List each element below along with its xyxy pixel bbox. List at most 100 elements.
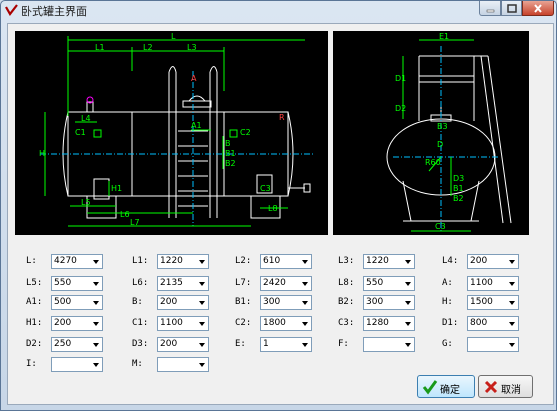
param-value: 200 <box>160 297 178 307</box>
param-combo[interactable]: 4270 <box>51 254 103 269</box>
param-combo[interactable]: 1280 <box>363 316 415 331</box>
param-label: L2: <box>235 256 252 266</box>
dim-label: L6 <box>120 210 130 219</box>
param-value: 1100 <box>470 278 493 288</box>
param-combo[interactable]: 550 <box>51 276 103 291</box>
param-combo[interactable] <box>363 337 415 352</box>
dim-label: R60 <box>425 158 441 167</box>
dropdown-arrow-icon <box>302 260 308 264</box>
param-combo[interactable]: 300 <box>363 295 415 310</box>
param-value: 250 <box>54 339 72 349</box>
param-combo[interactable] <box>157 357 209 372</box>
dropdown-arrow-icon <box>93 322 99 326</box>
param-value: 200 <box>54 318 72 328</box>
param-combo[interactable]: 800 <box>467 316 519 331</box>
param-value: 200 <box>470 256 488 266</box>
minimize-button[interactable] <box>479 1 501 16</box>
app-icon <box>5 4 18 16</box>
cancel-button[interactable]: 取消 <box>478 375 533 398</box>
dropdown-arrow-icon <box>302 301 308 305</box>
title-bar[interactable]: 卧式罐主界面 <box>1 1 556 19</box>
dropdown-arrow-icon <box>405 322 411 326</box>
param-combo[interactable]: 1500 <box>467 295 519 310</box>
param-value: 550 <box>366 278 384 288</box>
param-combo[interactable]: 550 <box>363 276 415 291</box>
param-value: 1800 <box>263 318 286 328</box>
dropdown-arrow-icon <box>405 301 411 305</box>
param-combo[interactable]: 500 <box>51 295 103 310</box>
param-combo[interactable]: 300 <box>260 295 312 310</box>
dropdown-arrow-icon <box>509 301 515 305</box>
dim-label: H <box>39 149 45 158</box>
dropdown-arrow-icon <box>199 363 205 367</box>
dropdown-arrow-icon <box>405 343 411 347</box>
param-value: 2420 <box>263 278 286 288</box>
param-label: F: <box>338 339 349 349</box>
param-combo[interactable]: 200 <box>467 254 519 269</box>
param-combo[interactable]: 2420 <box>260 276 312 291</box>
param-combo[interactable]: 200 <box>157 337 209 352</box>
param-value: 300 <box>263 297 281 307</box>
param-combo[interactable]: 1220 <box>363 254 415 269</box>
param-label: L1: <box>132 256 149 266</box>
dim-label: D <box>437 140 443 149</box>
dim-label: L7 <box>130 218 140 227</box>
side-view-drawing[interactable]: E1 D1 D2 D3 B1 B2 B3 C3 R60 D <box>333 31 529 235</box>
dropdown-arrow-icon <box>302 322 308 326</box>
dim-label: C3 <box>435 222 446 231</box>
param-combo[interactable]: 200 <box>157 295 209 310</box>
param-label: L: <box>26 256 37 266</box>
param-combo[interactable]: 1800 <box>260 316 312 331</box>
dim-label: B2 <box>453 194 464 203</box>
dim-label: D1 <box>395 74 406 83</box>
param-combo[interactable]: 200 <box>51 316 103 331</box>
dim-label: E1 <box>439 32 449 41</box>
param-value: 2135 <box>160 278 183 288</box>
close-icon <box>534 4 542 13</box>
param-label: B2: <box>338 297 355 307</box>
checkmark-icon <box>422 380 438 395</box>
dropdown-arrow-icon <box>93 363 99 367</box>
param-value: 4270 <box>54 256 77 266</box>
param-label: A: <box>442 278 453 288</box>
param-value: 300 <box>366 297 384 307</box>
param-combo[interactable]: 2135 <box>157 276 209 291</box>
close-button[interactable] <box>522 1 554 16</box>
dropdown-arrow-icon <box>93 343 99 347</box>
dim-label: A <box>191 74 197 83</box>
dropdown-arrow-icon <box>405 260 411 264</box>
param-label: G: <box>442 339 453 349</box>
param-combo[interactable]: 610 <box>260 254 312 269</box>
param-label: L5: <box>26 278 43 288</box>
cross-icon <box>484 380 498 394</box>
param-combo[interactable]: 1220 <box>157 254 209 269</box>
maximize-button[interactable] <box>501 1 522 16</box>
param-label: L7: <box>235 278 252 288</box>
param-label: A1: <box>26 297 43 307</box>
maximize-icon <box>507 4 517 13</box>
param-label: B1: <box>235 297 252 307</box>
param-label: C3: <box>338 318 355 328</box>
param-label: D1: <box>442 318 459 328</box>
param-combo[interactable] <box>51 357 103 372</box>
ok-button[interactable]: 确定 <box>417 375 475 398</box>
param-combo[interactable]: 250 <box>51 337 103 352</box>
dropdown-arrow-icon <box>199 282 205 286</box>
dim-label: D3 <box>453 174 464 183</box>
dropdown-arrow-icon <box>93 282 99 286</box>
dropdown-arrow-icon <box>199 322 205 326</box>
param-combo[interactable]: 1100 <box>467 276 519 291</box>
main-window: 卧式罐主界面 L L1 L2 L3 L4 L5 L6 L7 L8 A A1 H … <box>0 0 557 411</box>
dim-label: B3 <box>437 122 448 131</box>
dropdown-arrow-icon <box>199 260 205 264</box>
param-combo[interactable]: 1100 <box>157 316 209 331</box>
cancel-label: 取消 <box>501 385 521 396</box>
param-combo[interactable] <box>467 337 519 352</box>
dim-label: L5 <box>81 198 91 207</box>
dim-label: L8 <box>268 204 278 213</box>
param-value: 1220 <box>366 256 389 266</box>
param-combo[interactable]: 1 <box>260 337 312 352</box>
front-view-drawing[interactable]: L L1 L2 L3 L4 L5 L6 L7 L8 A A1 H H1 B B1… <box>15 31 328 235</box>
param-label: H: <box>442 297 453 307</box>
dropdown-arrow-icon <box>405 282 411 286</box>
